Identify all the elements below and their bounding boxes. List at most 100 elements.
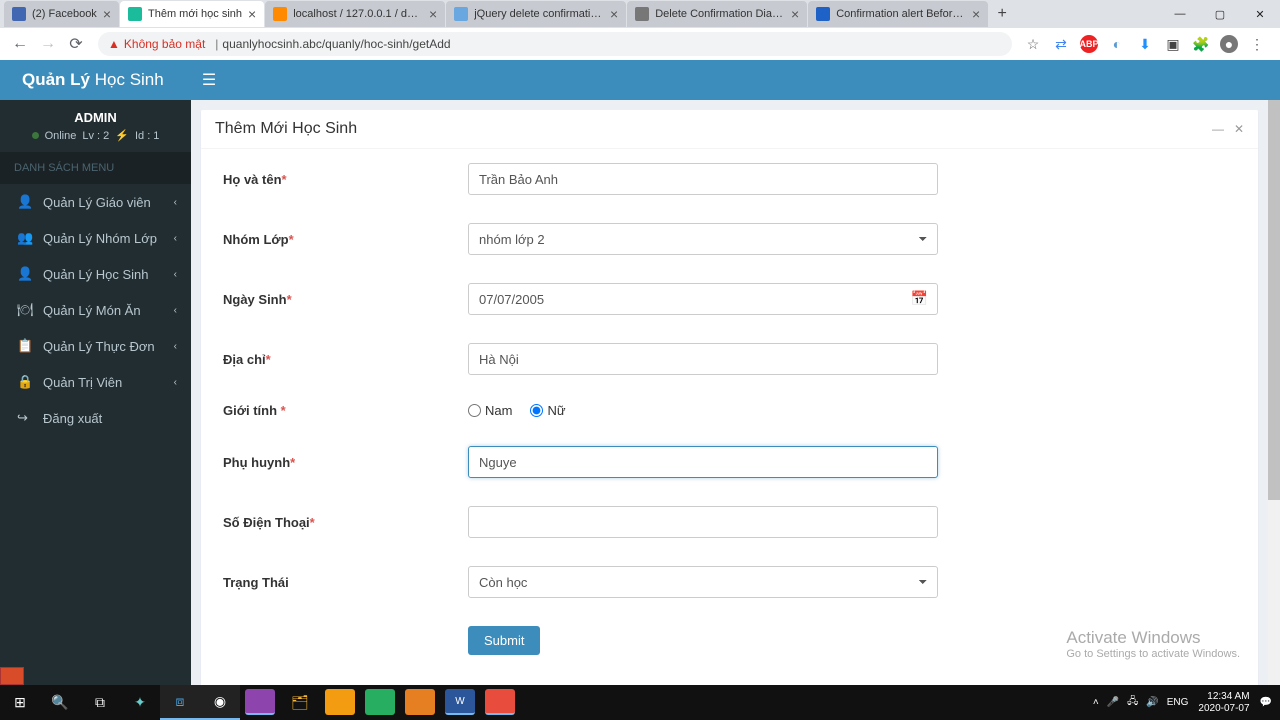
menu-item-icon: 📋 [17,338,35,354]
extensions-icon[interactable]: 🧩 [1192,35,1210,53]
tab-favicon [454,7,468,21]
browser-tab[interactable]: Delete Confirmation Dialog B × [627,1,807,27]
tab-close-icon[interactable]: × [429,6,437,22]
taskbar-vscode[interactable]: ⧈ [160,685,200,720]
new-tab-button[interactable]: + [989,1,1015,27]
app-topbar: Quản Lý Học Sinh ☰ [0,60,1280,100]
group-select[interactable]: nhóm lớp 2 [468,223,938,255]
reload-button[interactable]: ⟳ [64,32,88,56]
panel-header: Thêm Mới Học Sinh — ✕ [201,110,1258,149]
extension-icons: ☆ ⇄ ABP ◐ ⬇ ▣ 🧩 ● ⋮ [1018,35,1272,53]
tab-close-icon[interactable]: × [248,6,256,22]
tab-bar: (2) Facebook × Thêm mới học sinh × local… [0,0,1280,28]
gender-label: Giới tính [223,403,281,418]
adblock-icon[interactable]: ABP [1080,35,1098,53]
gender-male-radio[interactable] [468,404,481,417]
tab-favicon [635,7,649,21]
user-name: ADMIN [14,110,177,125]
insecure-label: Không bảo mật [124,37,205,51]
window-minimize[interactable]: — [1160,0,1200,28]
chevron-left-icon: ‹ [174,269,177,280]
status-select[interactable]: Còn học [468,566,938,598]
panel-close-icon[interactable]: ✕ [1234,122,1244,136]
app-brand[interactable]: Quản Lý Học Sinh [0,70,191,90]
parent-input[interactable] [468,446,938,478]
browser-tab[interactable]: (2) Facebook × [4,1,119,27]
user-panel: ADMIN Online Lv : 2 ⚡ Id : 1 [0,100,191,152]
task-view-icon[interactable]: ⧉ [80,685,120,720]
taskbar-app-3[interactable] [365,689,395,715]
browser-tab[interactable]: Confirmation alert Before De × [808,1,988,27]
browser-tab[interactable]: Thêm mới học sinh × [120,1,264,27]
sidebar-item[interactable]: 🔒 Quản Trị Viên ‹ [0,364,191,400]
gender-female-option[interactable]: Nữ [530,403,565,418]
profile-icon[interactable]: ● [1220,35,1238,53]
window-maximize[interactable]: ▢ [1200,0,1240,28]
taskbar-phpstorm[interactable] [245,689,275,715]
menu-icon[interactable]: ⋮ [1248,35,1266,53]
taskbar-chrome[interactable]: ◉ [200,685,240,720]
menu-item-label: Đăng xuất [43,411,102,426]
taskbar-xampp[interactable] [405,689,435,715]
tab-title: jQuery delete confirmation b [474,8,604,20]
tray-network-icon[interactable]: 🖧 [1127,694,1138,711]
tray-up-icon[interactable]: ˄ [1093,697,1099,708]
name-input[interactable] [468,163,938,195]
forward-button[interactable]: → [36,32,60,56]
dob-input[interactable] [468,283,938,315]
gender-female-radio[interactable] [530,404,543,417]
taskbar-app-2[interactable] [325,689,355,715]
calendar-icon[interactable]: 📅 [911,290,928,307]
taskbar-app-1[interactable]: ✦ [120,685,160,720]
search-icon[interactable]: 🔍 [40,685,80,720]
window-close[interactable]: ✕ [1240,0,1280,28]
chevron-left-icon: ‹ [174,377,177,388]
sidebar-item[interactable]: 👤 Quản Lý Giáo viên ‹ [0,184,191,220]
address-input[interactable] [468,343,938,375]
menu-item-icon: 👥 [17,230,35,246]
ext-icon-3[interactable]: ▣ [1164,35,1182,53]
tab-title: Delete Confirmation Dialog B [655,8,785,20]
scrollbar-thumb[interactable] [1268,100,1280,500]
address-bar: ← → ⟳ ▲ Không bảo mật | quanlyhocsinh.ab… [0,28,1280,60]
browser-chrome: (2) Facebook × Thêm mới học sinh × local… [0,0,1280,60]
panel-title: Thêm Mới Học Sinh [215,120,357,138]
tab-close-icon[interactable]: × [791,6,799,22]
sidebar-item[interactable]: 🍽 Quản Lý Món Ăn ‹ [0,292,191,328]
sidebar-item[interactable]: 👥 Quản Lý Nhóm Lớp ‹ [0,220,191,256]
corner-app-icon[interactable] [0,667,24,685]
ext-icon-1[interactable]: ◐ [1108,35,1126,53]
tab-close-icon[interactable]: × [610,6,618,22]
translate-icon[interactable]: ⇄ [1052,35,1070,53]
tray-lang[interactable]: ENG [1167,697,1189,708]
scrollbar[interactable] [1268,100,1280,685]
notification-icon[interactable]: 💬 [1260,697,1272,708]
tab-close-icon[interactable]: × [103,6,111,22]
sidebar-item[interactable]: ↪ Đăng xuất [0,400,191,436]
tab-favicon [12,7,26,21]
phone-input[interactable] [468,506,938,538]
gender-male-option[interactable]: Nam [468,403,512,418]
tab-favicon [273,7,287,21]
start-button[interactable]: ⊞ [0,685,40,720]
sidebar-item[interactable]: 👤 Quản Lý Học Sinh ‹ [0,256,191,292]
browser-tab[interactable]: jQuery delete confirmation b × [446,1,626,27]
tray-volume-icon[interactable]: 🔊 [1146,697,1158,708]
sidebar-toggle[interactable]: ☰ [191,60,227,100]
taskbar-explorer[interactable]: 🗂 [280,685,320,720]
menu-item-label: Quản Lý Món Ăn [43,303,141,318]
form-panel: Thêm Mới Học Sinh — ✕ Họ và tên* Nhóm Lớ… [201,110,1258,685]
ext-icon-2[interactable]: ⬇ [1136,35,1154,53]
taskbar-recorder[interactable] [485,689,515,715]
taskbar-clock[interactable]: 12:34 AM 2020-07-07 [1198,691,1249,715]
submit-button[interactable]: Submit [468,626,540,655]
star-icon[interactable]: ☆ [1024,35,1042,53]
taskbar-word[interactable]: W [445,689,475,715]
back-button[interactable]: ← [8,32,32,56]
panel-collapse-icon[interactable]: — [1212,122,1224,136]
sidebar-item[interactable]: 📋 Quản Lý Thực Đơn ‹ [0,328,191,364]
tray-mic-icon[interactable]: 🎤 [1107,697,1119,708]
tab-close-icon[interactable]: × [972,6,980,22]
address-field[interactable]: ▲ Không bảo mật | quanlyhocsinh.abc/quan… [98,32,1012,56]
browser-tab[interactable]: localhost / 127.0.0.1 / db_qu × [265,1,445,27]
